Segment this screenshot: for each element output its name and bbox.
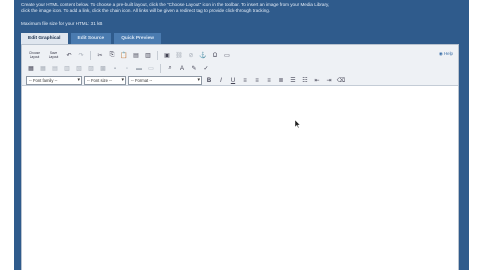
help-link[interactable]: ◉ Help <box>439 51 453 57</box>
help-icon: ◉ <box>438 51 443 56</box>
help-label: Help <box>443 51 453 56</box>
tab-edit-graphical[interactable]: Edit Graphical <box>21 33 68 44</box>
undo-icon[interactable]: ↶ <box>64 51 74 60</box>
delete-row-icon[interactable]: ▧ <box>74 64 84 73</box>
editor-tabs: Edit Graphical Edit Source Quick Preview <box>21 33 161 44</box>
find-icon[interactable]: ⌕ <box>165 64 175 73</box>
image-icon[interactable]: ▣ <box>162 51 172 60</box>
table-icon[interactable]: ▦ <box>38 64 48 73</box>
toolbar-separator <box>157 51 158 60</box>
toolbar-row-1: Choose Layout Save Layout ↶ ↷ ✂ ⎘ 📋 ▤ ▥ … <box>26 50 232 61</box>
choose-layout-button[interactable]: Choose Layout <box>26 51 43 60</box>
max-file-size-text: Maximum file size for your HTML: 31 kB <box>21 21 103 26</box>
numbered-list-icon[interactable]: ☷ <box>300 76 310 85</box>
tab-edit-source[interactable]: Edit Source <box>70 33 112 44</box>
link-icon[interactable]: ⛓ <box>174 51 184 60</box>
justify-icon[interactable]: ≣ <box>276 76 286 85</box>
toolbar-separator <box>160 64 161 73</box>
paste-icon[interactable]: 📋 <box>119 51 129 60</box>
horizontal-rule-icon[interactable]: ▭ <box>222 51 232 60</box>
spellcheck-icon[interactable]: ✓ <box>201 64 211 73</box>
font-family-select[interactable]: -- Font family -- <box>26 76 82 85</box>
editor-toolbar: Choose Layout Save Layout ↶ ↷ ✂ ⎘ 📋 ▤ ▥ … <box>22 45 458 86</box>
paste-text-icon[interactable]: ▤ <box>131 51 141 60</box>
merge-cell-icon[interactable]: ▪ <box>110 64 120 73</box>
delete-col-icon[interactable]: ▨ <box>86 64 96 73</box>
font-size-select[interactable]: -- Font size -- <box>84 76 126 85</box>
table-col-icon[interactable]: ▥ <box>62 64 72 73</box>
save-layout-label-bottom: Layout <box>48 54 59 59</box>
paste-word-icon[interactable]: ▥ <box>143 51 153 60</box>
copy-icon[interactable]: ⎘ <box>107 51 117 60</box>
outdent-icon[interactable]: ⇤ <box>312 76 322 85</box>
instructions-line-2: click the image icon. To add a link, cli… <box>21 8 271 13</box>
align-right-icon[interactable]: ≡ <box>264 76 274 85</box>
tab-quick-preview[interactable]: Quick Preview <box>114 33 161 44</box>
underline-button[interactable]: U <box>228 76 238 85</box>
clean-format-icon[interactable]: ⌫ <box>336 76 346 85</box>
row-props-icon[interactable]: ▬ <box>134 64 144 73</box>
align-left-icon[interactable]: ≡ <box>240 76 250 85</box>
toolbar-row-2: ▦ ▦ ▤ ▥ ▧ ▨ ▩ ▪ ▫ ▬ ▭ ⌕ A ✎ ✓ <box>26 63 211 74</box>
anchor-icon[interactable]: ⚓ <box>198 51 208 60</box>
indent-icon[interactable]: ⇥ <box>324 76 334 85</box>
bold-button[interactable]: B <box>204 76 214 85</box>
split-cell-icon[interactable]: ▩ <box>98 64 108 73</box>
bullet-list-icon[interactable]: ☰ <box>288 76 298 85</box>
italic-button[interactable]: I <box>216 76 226 85</box>
source-icon[interactable]: ▦ <box>26 64 36 73</box>
special-char-icon[interactable]: Ω <box>210 51 220 60</box>
format-select[interactable]: -- Format -- <box>128 76 202 85</box>
wysiwyg-editor: Choose Layout Save Layout ↶ ↷ ✂ ⎘ 📋 ▤ ▥ … <box>21 44 459 271</box>
align-center-icon[interactable]: ≡ <box>252 76 262 85</box>
cell-props-icon[interactable]: ▫ <box>122 64 132 73</box>
cut-icon[interactable]: ✂ <box>95 51 105 60</box>
font-color-icon[interactable]: A <box>177 64 187 73</box>
mouse-cursor-icon <box>294 120 301 128</box>
unlink-icon[interactable]: ⊘ <box>186 51 196 60</box>
save-layout-button[interactable]: Save Layout <box>45 51 62 60</box>
choose-layout-label-bottom: Layout <box>29 54 40 59</box>
table-row-icon[interactable]: ▤ <box>50 64 60 73</box>
toolbar-separator <box>90 51 91 60</box>
redo-icon[interactable]: ↷ <box>76 51 86 60</box>
editor-panel: Create your HTML content below. To choos… <box>14 0 469 271</box>
editor-content-area[interactable] <box>22 86 458 271</box>
instructions-text: Create your HTML content below. To choos… <box>21 2 461 14</box>
highlight-color-icon[interactable]: ✎ <box>189 64 199 73</box>
table-props-icon[interactable]: ▭ <box>146 64 156 73</box>
toolbar-row-3: -- Font family -- -- Font size -- -- For… <box>26 75 346 86</box>
